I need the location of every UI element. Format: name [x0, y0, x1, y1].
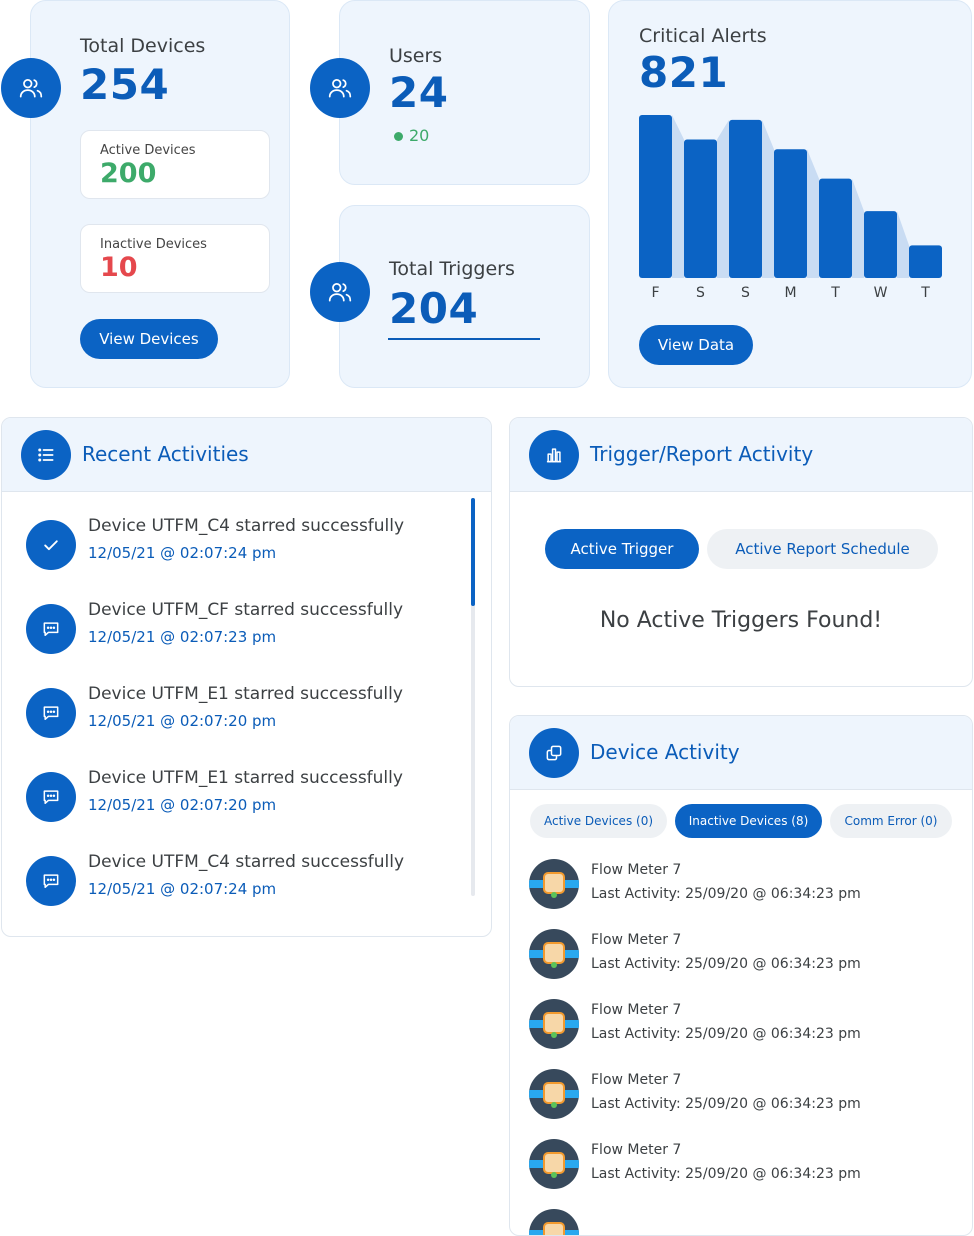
view-devices-button[interactable]: View Devices: [80, 319, 218, 359]
activity-text: Device UTFM_C4 starred successfully: [88, 516, 405, 536]
device-last-activity: Last Activity: 25/09/20 @ 06:34:23 pm: [591, 1026, 861, 1042]
list-item[interactable]: Flow Meter 7 Last Activity: 25/09/20 @ 0…: [529, 999, 949, 1055]
view-data-button[interactable]: View Data: [639, 325, 753, 365]
list-item[interactable]: Device UTFM_E1 starred successfully 12/0…: [26, 766, 446, 826]
activity-text: Device UTFM_C4 starred successfully: [88, 852, 405, 872]
tab-active-trigger[interactable]: Active Trigger: [545, 529, 699, 569]
recent-activities-panel: Recent Activities Device UTFM_C4 starred…: [1, 417, 492, 937]
online-dot-icon: [394, 132, 403, 141]
device-last-activity: Last Activity: 25/09/20 @ 06:34:23 pm: [591, 956, 861, 972]
active-devices-label: Active Devices: [100, 143, 196, 158]
activity-time: 12/05/21 @ 02:07:20 pm: [88, 796, 277, 814]
list-item-partial[interactable]: [529, 1209, 949, 1235]
tab-active-devices[interactable]: Active Devices (0): [530, 804, 667, 838]
device-activity-title: Device Activity: [590, 740, 740, 764]
message-icon: [26, 604, 76, 654]
activity-text: Device UTFM_E1 starred successfully: [88, 768, 403, 788]
activity-text: Device UTFM_CF starred successfully: [88, 600, 404, 620]
device-avatar: [529, 999, 579, 1049]
empty-state-message: No Active Triggers Found!: [599, 608, 883, 633]
device-name: Flow Meter 7: [591, 862, 682, 878]
users-icon: [310, 262, 370, 322]
device-last-activity: Last Activity: 25/09/20 @ 06:34:23 pm: [591, 1166, 861, 1182]
activity-text: Device UTFM_E1 starred successfully: [88, 684, 403, 704]
active-devices-value: 200: [100, 158, 157, 189]
users-online-count: 20: [409, 126, 430, 145]
total-devices-value: 254: [80, 60, 170, 109]
device-activity-panel: Device Activity Active Devices (0) Inact…: [509, 715, 973, 1236]
list-item[interactable]: Device UTFM_E1 starred successfully 12/0…: [26, 682, 446, 742]
inactive-devices-value: 10: [100, 252, 138, 283]
activity-time: 12/05/21 @ 02:07:24 pm: [88, 880, 277, 898]
device-name: Flow Meter 7: [591, 1142, 682, 1158]
device-avatar: [529, 1139, 579, 1189]
device-last-activity: Last Activity: 25/09/20 @ 06:34:23 pm: [591, 1096, 861, 1112]
device-name: Flow Meter 7: [591, 1002, 682, 1018]
trigger-report-title: Trigger/Report Activity: [590, 442, 814, 466]
list-icon: [21, 430, 71, 480]
bar-chart-icon: [529, 430, 579, 480]
total-triggers-value: 204: [389, 284, 479, 333]
total-devices-label: Total Devices: [80, 35, 206, 57]
activity-time: 12/05/21 @ 02:07:24 pm: [88, 544, 277, 562]
device-avatar: [529, 1069, 579, 1119]
scrollbar-thumb[interactable]: [471, 498, 475, 606]
total-triggers-label: Total Triggers: [389, 258, 515, 280]
inactive-devices-label: Inactive Devices: [100, 237, 207, 252]
users-icon: [1, 58, 61, 118]
device-avatar: [529, 1209, 579, 1235]
list-item[interactable]: Flow Meter 7 Last Activity: 25/09/20 @ 0…: [529, 1139, 949, 1195]
users-icon: [310, 58, 370, 118]
tab-inactive-devices[interactable]: Inactive Devices (8): [675, 804, 822, 838]
list-item[interactable]: Device UTFM_C4 starred successfully 12/0…: [26, 514, 446, 574]
check-icon: [26, 520, 76, 570]
list-item[interactable]: Flow Meter 7 Last Activity: 25/09/20 @ 0…: [529, 859, 949, 915]
trigger-report-panel: Trigger/Report Activity Active Trigger A…: [509, 417, 973, 687]
recent-activities-title: Recent Activities: [82, 442, 249, 466]
device-last-activity: Last Activity: 25/09/20 @ 06:34:23 pm: [591, 886, 861, 902]
triggers-underline: [388, 338, 540, 340]
message-icon: [26, 772, 76, 822]
critical-alerts-value: 821: [639, 48, 729, 97]
message-icon: [26, 856, 76, 906]
device-avatar: [529, 859, 579, 909]
device-name: Flow Meter 7: [591, 1072, 682, 1088]
activity-time: 12/05/21 @ 02:07:20 pm: [88, 712, 277, 730]
activity-time: 12/05/21 @ 02:07:23 pm: [88, 628, 277, 646]
recent-activities-header: Recent Activities: [2, 418, 491, 492]
tab-active-report-schedule[interactable]: Active Report Schedule: [707, 529, 938, 569]
list-item[interactable]: Device UTFM_C4 starred successfully 12/0…: [26, 850, 446, 910]
users-label: Users: [389, 45, 443, 67]
device-avatar: [529, 929, 579, 979]
message-icon: [26, 688, 76, 738]
devices-icon: [529, 728, 579, 778]
list-item[interactable]: Device UTFM_CF starred successfully 12/0…: [26, 598, 446, 658]
critical-alerts-label: Critical Alerts: [639, 25, 767, 47]
list-item[interactable]: Flow Meter 7 Last Activity: 25/09/20 @ 0…: [529, 1069, 949, 1125]
device-activity-header: Device Activity: [510, 716, 972, 790]
trigger-report-header: Trigger/Report Activity: [510, 418, 972, 492]
list-item[interactable]: Flow Meter 7 Last Activity: 25/09/20 @ 0…: [529, 929, 949, 985]
device-name: Flow Meter 7: [591, 932, 682, 948]
users-card: [339, 0, 590, 185]
users-value: 24: [389, 68, 449, 117]
tab-comm-error[interactable]: Comm Error (0): [830, 804, 952, 838]
